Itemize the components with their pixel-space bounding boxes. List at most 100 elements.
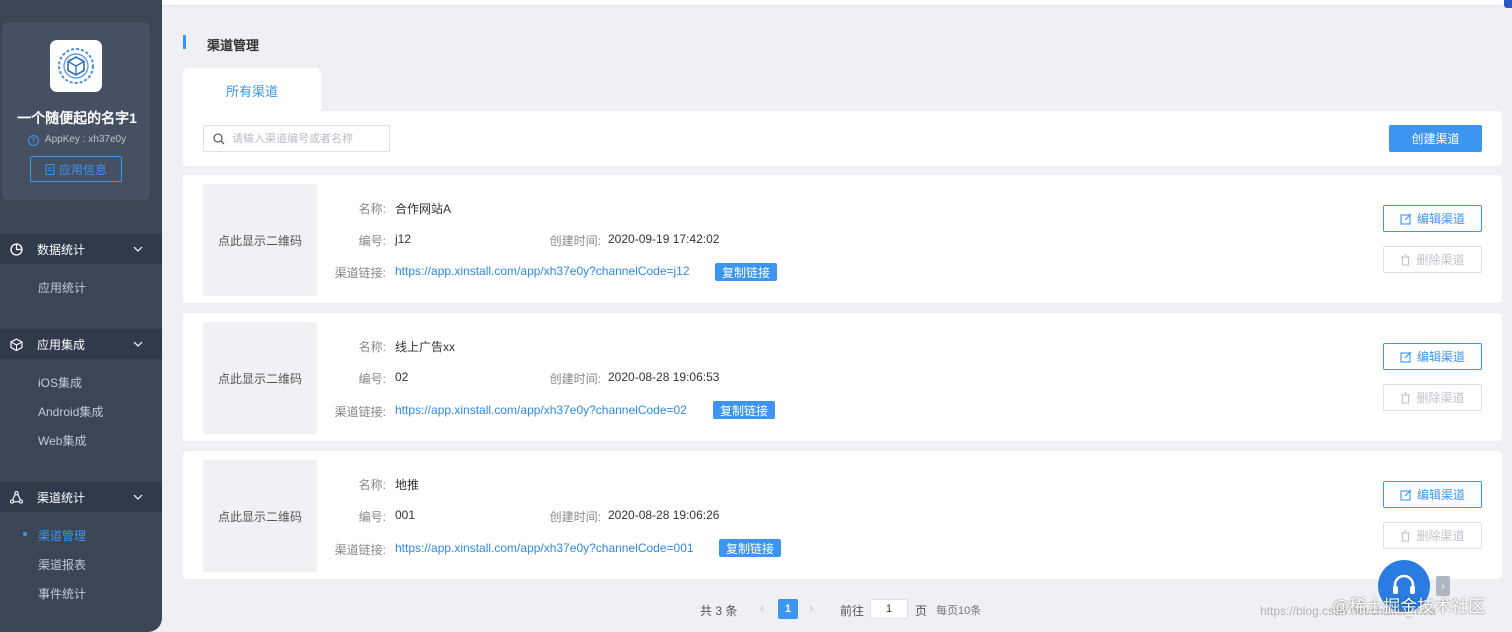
copy-link-button[interactable]: 复制链接: [719, 539, 782, 557]
search-input[interactable]: [232, 132, 382, 145]
channel-card: 点此显示二维码 名称: 线上广告xx 编号: 02 创建时间: 2020-08-…: [183, 313, 1502, 441]
name-label: 名称:: [358, 478, 386, 492]
channel-code: 02: [395, 370, 409, 384]
channel-code: 001: [395, 508, 416, 522]
created-label: 创建时间:: [549, 510, 601, 524]
help-icon[interactable]: ?: [27, 135, 39, 146]
created-label: 创建时间:: [549, 372, 601, 386]
trash-icon: [1401, 253, 1411, 266]
delete-label: 删除渠道: [1416, 253, 1465, 267]
channel-link[interactable]: https://app.xinstall.com/app/xh37e0y?cha…: [395, 403, 687, 417]
copy-link-button[interactable]: 复制链接: [713, 401, 776, 419]
qr-placeholder[interactable]: 点此显示二维码: [203, 322, 317, 434]
pagination-page-size: 每页10条: [936, 605, 982, 617]
corner-badge: [1504, 0, 1512, 8]
trash-icon: [1401, 391, 1411, 404]
qr-placeholder[interactable]: 点此显示二维码: [203, 184, 317, 296]
search-icon: [213, 132, 225, 144]
delete-channel-button[interactable]: 删除渠道: [1383, 384, 1482, 411]
watermark: @稀土掘金技术社区: [1332, 597, 1486, 616]
pagination-prev-icon[interactable]: ‹: [760, 600, 764, 615]
nav-group-label: 应用集成: [37, 337, 86, 352]
edit-icon: [1400, 489, 1412, 501]
sidebar-item-web[interactable]: Web集成: [38, 432, 86, 449]
sidebar-item-app-stats[interactable]: 应用统计: [38, 279, 86, 296]
pagination-page-1[interactable]: 1: [778, 599, 798, 619]
share-nodes-icon: [9, 490, 23, 504]
channel-code: j12: [395, 232, 412, 246]
edit-label: 编辑渠道: [1416, 350, 1465, 364]
sidebar-item-android[interactable]: Android集成: [38, 403, 103, 420]
app-logo-icon: [58, 48, 94, 84]
pagination-next-icon[interactable]: ›: [809, 600, 813, 615]
edit-icon: [1400, 351, 1412, 363]
name-label: 名称:: [358, 340, 386, 354]
trash-icon: [1401, 529, 1411, 542]
sidebar: 一个随便起的名字1 ? AppKey : xh37e0y 应用信息 数据统计 应用…: [0, 0, 162, 632]
title-accent-bar: [183, 35, 186, 49]
chevron-down-icon: [133, 341, 143, 347]
created-time: 2020-08-28 19:06:26: [608, 508, 720, 522]
edit-label: 编辑渠道: [1416, 488, 1465, 502]
link-label: 渠道链接:: [334, 543, 386, 557]
delete-label: 删除渠道: [1416, 529, 1465, 543]
nav-group-label: 渠道统计: [37, 490, 86, 505]
created-time: 2020-08-28 19:06:53: [608, 370, 720, 384]
app-info-button[interactable]: 应用信息: [30, 156, 122, 182]
app-info-label: 应用信息: [58, 162, 107, 177]
edit-channel-button[interactable]: 编辑渠道: [1383, 343, 1482, 370]
chevron-down-icon: [133, 494, 143, 500]
nav-group-label: 数据统计: [37, 242, 86, 257]
search-panel: 创建渠道: [183, 111, 1502, 166]
sidebar-item-ios[interactable]: iOS集成: [38, 374, 82, 391]
delete-channel-button[interactable]: 删除渠道: [1383, 246, 1482, 273]
code-label: 编号:: [358, 510, 386, 524]
edit-channel-button[interactable]: 编辑渠道: [1383, 205, 1482, 232]
channel-name: 线上广告xx: [395, 340, 456, 354]
search-box[interactable]: [203, 125, 390, 152]
name-label: 名称:: [358, 202, 386, 216]
copy-link-button[interactable]: 复制链接: [715, 263, 778, 281]
edit-icon: [1400, 213, 1412, 225]
qr-placeholder[interactable]: 点此显示二维码: [203, 460, 317, 572]
sidebar-item-channel-report[interactable]: 渠道报表: [38, 556, 86, 573]
channel-card: 点此显示二维码 名称: 地推 编号: 001 创建时间: 2020-08-28 …: [183, 451, 1502, 579]
app-card: 一个随便起的名字1 ? AppKey : xh37e0y 应用信息: [2, 22, 150, 200]
channel-name: 合作网站A: [395, 202, 452, 216]
top-bar: [162, 0, 1512, 6]
nav-group-app-integration[interactable]: 应用集成: [0, 329, 162, 359]
pagination-goto-label: 前往: [840, 604, 865, 618]
delete-channel-button[interactable]: 删除渠道: [1383, 522, 1482, 549]
active-dot: [23, 532, 27, 536]
nav-group-channel-stats[interactable]: 渠道统计: [0, 482, 162, 512]
pagination-page-suffix: 页: [915, 604, 928, 618]
created-time: 2020-09-19 17:42:02: [608, 232, 720, 246]
sidebar-item-channel-management[interactable]: 渠道管理: [38, 527, 86, 544]
channel-card: 点此显示二维码 名称: 合作网站A 编号: j12 创建时间: 2020-09-…: [183, 175, 1502, 303]
app-name: 一个随便起的名字1: [17, 110, 137, 126]
page-title: 渠道管理: [207, 38, 260, 53]
channel-name: 地推: [395, 478, 420, 492]
pie-chart-icon: [9, 242, 23, 256]
link-label: 渠道链接:: [334, 405, 386, 419]
sidebar-item-event-stats[interactable]: 事件统计: [38, 585, 86, 602]
tab-all-channels[interactable]: 所有渠道: [183, 68, 321, 112]
document-icon: [45, 163, 55, 175]
app-logo: [50, 40, 102, 92]
channel-link[interactable]: https://app.xinstall.com/app/xh37e0y?cha…: [395, 541, 694, 555]
app-key-text: AppKey : xh37e0y: [44, 134, 127, 145]
delete-label: 删除渠道: [1416, 391, 1465, 405]
create-channel-button[interactable]: 创建渠道: [1389, 125, 1482, 152]
channel-link[interactable]: https://app.xinstall.com/app/xh37e0y?cha…: [395, 264, 690, 278]
created-label: 创建时间:: [549, 234, 601, 248]
cube-icon: [9, 337, 23, 351]
edit-channel-button[interactable]: 编辑渠道: [1383, 481, 1482, 508]
app-key: ? AppKey : xh37e0y: [2, 134, 152, 146]
code-label: 编号:: [358, 372, 386, 386]
link-label: 渠道链接:: [334, 266, 386, 280]
chevron-down-icon: [133, 246, 143, 252]
nav-group-data-stats[interactable]: 数据统计: [0, 234, 162, 264]
pagination-goto-input[interactable]: [870, 599, 908, 619]
code-label: 编号:: [358, 234, 386, 248]
edit-label: 编辑渠道: [1416, 212, 1465, 226]
